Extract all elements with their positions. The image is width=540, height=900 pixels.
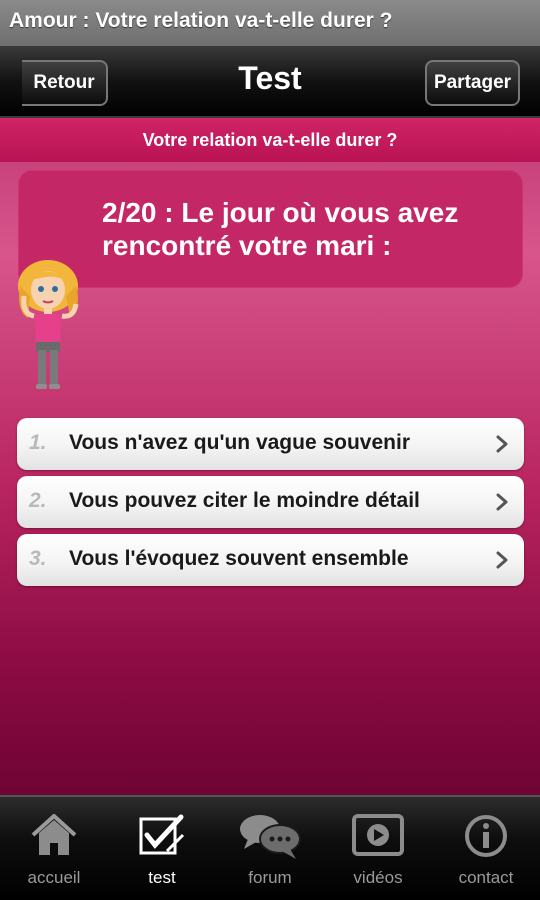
navigation-bar: Retour Test Partager <box>0 46 540 118</box>
bottom-tab-bar: accueil test forum vidéos contact <box>0 795 540 900</box>
answer-number: 2. <box>29 489 47 512</box>
tab-label: contact <box>458 868 514 887</box>
answer-option-2[interactable]: 2. Vous pouvez citer le moindre détail <box>17 476 524 528</box>
house-icon <box>31 814 77 855</box>
tab-label: test <box>148 868 176 887</box>
share-button[interactable]: Partager <box>425 60 520 106</box>
back-button-label: Retour <box>33 72 95 93</box>
character-illustration <box>18 260 79 389</box>
tab-contact[interactable]: contact <box>432 797 540 900</box>
question-text: 2/20 : Le jour où vous avez rencontré vo… <box>102 197 459 261</box>
speech-bubbles-icon <box>240 815 301 859</box>
tab-test[interactable]: test <box>108 797 216 900</box>
answer-label: Vous n'avez qu'un vague souvenir <box>69 431 411 454</box>
tab-label: accueil <box>27 868 81 887</box>
quiz-content: Votre relation va-t-elle durer ? 2/20 : … <box>0 118 540 795</box>
tab-accueil[interactable]: accueil <box>0 797 108 900</box>
window-title: Amour : Votre relation va-t-elle durer ? <box>0 0 540 46</box>
answer-list: 1. Vous n'avez qu'un vague souvenir 2. V… <box>17 418 524 592</box>
answer-option-3[interactable]: 3. Vous l'évoquez souvent ensemble <box>17 534 524 586</box>
answer-number: 3. <box>29 547 47 570</box>
answer-number: 1. <box>29 431 47 454</box>
chevron-right-icon <box>496 435 508 453</box>
chevron-right-icon <box>496 551 508 569</box>
tab-label: vidéos <box>353 868 403 887</box>
chevron-right-icon <box>496 493 508 511</box>
info-icon <box>465 815 507 857</box>
question-box: 2/20 : Le jour où vous avez rencontré vo… <box>18 170 523 288</box>
tab-forum[interactable]: forum <box>216 797 324 900</box>
tab-videos[interactable]: vidéos <box>324 797 432 900</box>
answer-label: Vous l'évoquez souvent ensemble <box>69 547 409 570</box>
answer-option-1[interactable]: 1. Vous n'avez qu'un vague souvenir <box>17 418 524 470</box>
play-icon <box>352 814 404 856</box>
checkbox-pencil-icon <box>139 814 185 855</box>
answer-label: Vous pouvez citer le moindre détail <box>69 489 420 512</box>
quiz-subtitle: Votre relation va-t-elle durer ? <box>0 118 540 162</box>
tab-label: forum <box>248 868 292 887</box>
